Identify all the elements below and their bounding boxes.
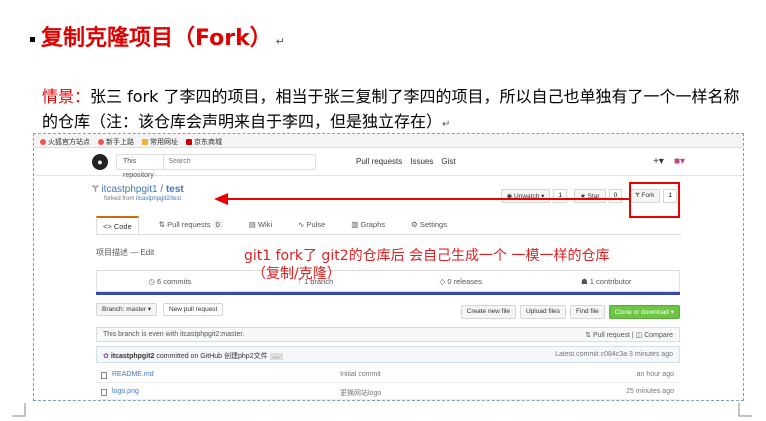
scenario-paragraph: 情景：张三 fork 了李四的项目，相当于张三复制了李四的项目，所以自己也单独有…: [42, 84, 742, 137]
crop-mark-icon: [738, 403, 752, 417]
github-screenshot: 火狐官方站点 新手上路 常用网址 京东商城 ● This repository …: [33, 133, 744, 401]
scenario-body: 张三 fork 了李四的项目，相当于张三复制了李四的项目，所以自己也单独有了一个…: [42, 87, 740, 131]
bullet-icon: [30, 36, 35, 42]
return-mark-icon: ↵: [442, 119, 451, 130]
return-mark-icon: ↵: [275, 35, 285, 48]
slide-heading: 复制克隆项目（Fork） ↵: [30, 20, 285, 52]
arrow-head: [214, 193, 228, 205]
annotation-arrow: [214, 193, 630, 205]
scenario-lead: 情景：: [42, 87, 91, 106]
crop-mark-icon: [12, 403, 26, 417]
